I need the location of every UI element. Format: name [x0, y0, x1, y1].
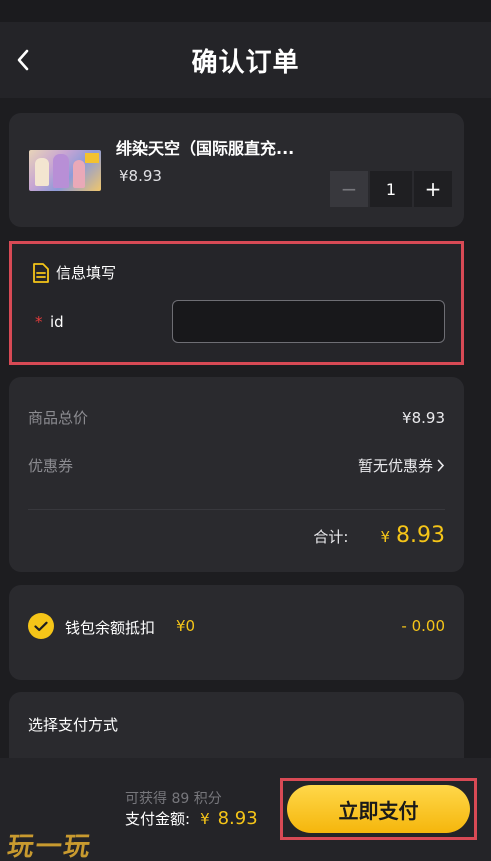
chevron-right-icon — [437, 459, 445, 472]
total-value: ¥8.93 — [380, 523, 445, 548]
divider — [28, 509, 445, 510]
coupon-label: 优惠券 — [28, 457, 74, 475]
coupon-selector[interactable]: 暂无优惠券 — [358, 455, 445, 476]
bottom-pay-bar: 玩一玩 可获得 89 积分 支付金额: ¥8.93 立即支付 — [0, 758, 491, 861]
coupon-row: 优惠券 暂无优惠券 — [28, 455, 445, 476]
total-label: 合计: — [313, 528, 349, 546]
info-header: 信息填写 — [32, 262, 116, 283]
decrease-quantity-button[interactable]: − — [330, 171, 368, 207]
wallet-label: 钱包余额抵扣 — [65, 619, 156, 637]
info-fill-section: 信息填写 * id — [9, 241, 464, 365]
total-amount: 8.93 — [396, 523, 445, 548]
watermark-logo: 玩一玩 — [5, 832, 94, 861]
product-thumbnail — [29, 150, 101, 191]
quantity-value: 1 — [370, 171, 412, 207]
goods-total-label: 商品总价 — [28, 409, 89, 427]
required-mark: * — [35, 313, 43, 331]
check-icon — [34, 621, 48, 631]
pay-now-button[interactable]: 立即支付 — [287, 785, 470, 833]
pay-amount-label: 支付金额: — [125, 810, 191, 828]
goods-total-value: ¥8.93 — [402, 408, 445, 427]
pay-button-highlight: 立即支付 — [280, 778, 477, 840]
pay-amount: 8.93 — [217, 808, 258, 829]
total-currency: ¥ — [380, 528, 391, 546]
id-label: id — [50, 313, 64, 331]
increase-quantity-button[interactable]: + — [414, 171, 452, 207]
pay-amount-value: ¥8.93 — [196, 808, 258, 829]
product-name: 绯染天空（国际服直充... — [116, 139, 295, 158]
document-icon — [33, 262, 49, 283]
wallet-balance: ¥0 — [176, 617, 196, 635]
quantity-stepper: − 1 + — [330, 171, 452, 207]
points-text: 可获得 89 积分 — [125, 791, 222, 807]
id-input[interactable] — [172, 300, 445, 343]
payment-method-title: 选择支付方式 — [28, 716, 119, 734]
app-header: 确认订单 — [0, 22, 491, 98]
price-summary: 商品总价 ¥8.93 优惠券 暂无优惠券 合计: ¥8.93 — [9, 377, 464, 572]
wallet-deduct-amount: - 0.00 — [401, 617, 445, 635]
page-title: 确认订单 — [191, 47, 300, 78]
pay-currency: ¥ — [200, 810, 210, 828]
info-title: 信息填写 — [56, 264, 117, 282]
back-button[interactable] — [8, 40, 38, 80]
coupon-value: 暂无优惠券 — [357, 457, 433, 475]
pay-amount-line: 支付金额: ¥8.93 — [125, 808, 258, 829]
goods-total-row: 商品总价 ¥8.93 — [28, 407, 445, 428]
wallet-deduction-card: 钱包余额抵扣 ¥0 - 0.00 — [9, 585, 464, 680]
chevron-left-icon — [17, 49, 29, 71]
status-strip — [0, 0, 491, 22]
product-card: 绯染天空（国际服直充... ¥8.93 − 1 + — [9, 113, 464, 227]
wallet-checkbox[interactable] — [28, 613, 54, 639]
product-price: ¥8.93 — [119, 167, 162, 185]
total-row: 合计: ¥8.93 — [313, 523, 445, 548]
